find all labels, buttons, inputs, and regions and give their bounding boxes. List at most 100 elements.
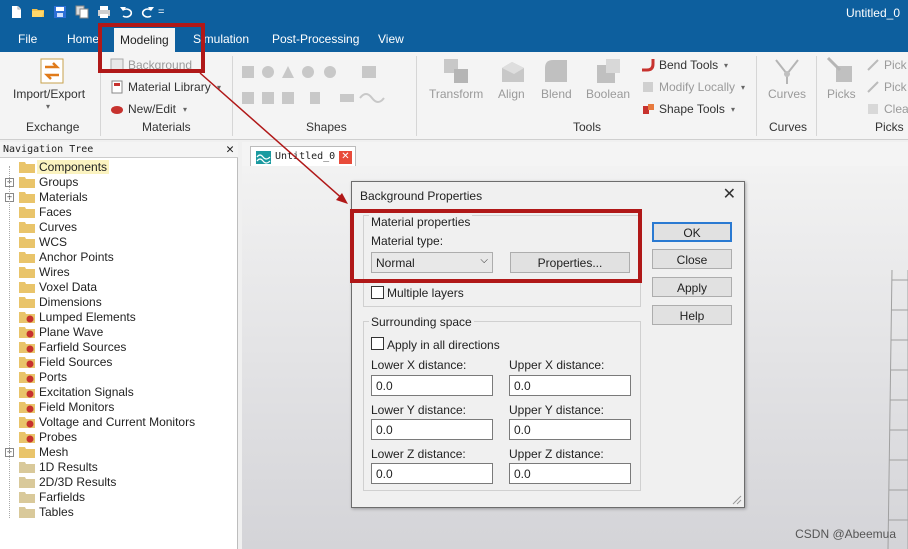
folder-icon [19, 387, 35, 398]
customize-icon[interactable]: = [158, 6, 164, 18]
close-icon[interactable]: ✕ [226, 142, 234, 157]
tree-item-label: Faces [39, 205, 72, 219]
transform-icon [444, 59, 468, 83]
new-file-icon[interactable] [9, 5, 23, 19]
results-folder-icon [19, 462, 35, 473]
shape-tools-icon [643, 104, 654, 114]
tree-item-label: 2D/3D Results [39, 475, 117, 489]
lower-y-input[interactable]: 0.0 [371, 419, 493, 440]
document-tab[interactable]: Untitled_0 ✕ [250, 146, 356, 168]
ribbon-separator [756, 56, 757, 136]
apply-button[interactable]: Apply [652, 277, 732, 297]
surrounding-space-title: Surrounding space [369, 315, 474, 329]
apply-all-directions-checkbox[interactable] [371, 337, 384, 350]
bend-tools-icon [642, 59, 655, 72]
material-library-dropdown[interactable]: ▾ [217, 83, 221, 92]
tree-item-label: Farfields [39, 490, 86, 504]
import-export-dropdown[interactable]: ▾ [46, 102, 50, 111]
tree-item-label: Excitation Signals [39, 385, 134, 399]
ribbon-separator [816, 56, 817, 136]
tree-item-label: Field Sources [39, 355, 113, 369]
results-folder-icon [19, 507, 35, 518]
multiple-layers-checkbox[interactable] [371, 286, 384, 299]
upper-x-input[interactable]: 0.0 [509, 375, 631, 396]
apply-all-directions-label: Apply in all directions [387, 338, 500, 352]
materials-group-label: Materials [142, 120, 191, 134]
lower-x-input[interactable]: 0.0 [371, 375, 493, 396]
tree-item-label: Field Monitors [39, 400, 115, 414]
blend-button[interactable]: Blend [541, 87, 572, 101]
folder-icon [19, 432, 35, 443]
ribbon-separator [416, 56, 417, 136]
import-export-button[interactable]: Import/Export [13, 87, 85, 101]
upper-y-input[interactable]: 0.0 [509, 419, 631, 440]
pick-button[interactable]: Pick [884, 58, 907, 72]
redo-icon[interactable] [141, 5, 155, 19]
tree-item-label: Anchor Points [39, 250, 114, 264]
close-icon[interactable]: ✕ [723, 184, 736, 204]
copy-icon[interactable] [75, 5, 89, 19]
new-edit-icon [111, 106, 123, 114]
tab-view[interactable]: View [378, 32, 404, 46]
shapes-icons [242, 66, 385, 104]
import-export-icon[interactable] [37, 56, 67, 86]
material-library-button[interactable]: Material Library [128, 80, 211, 94]
folder-icon [19, 417, 35, 428]
modify-locally-dropdown[interactable]: ▾ [741, 83, 745, 92]
picks-button[interactable]: Picks [827, 87, 856, 101]
folder-icon [19, 312, 35, 323]
modify-locally-button[interactable]: Modify Locally [659, 80, 735, 94]
tab-post-processing[interactable]: Post-Processing [272, 32, 359, 46]
upper-x-label: Upper X distance: [509, 358, 605, 372]
save-icon[interactable] [53, 5, 67, 19]
print-icon[interactable] [97, 5, 111, 19]
transform-button[interactable]: Transform [429, 87, 483, 101]
material-library-icon [111, 80, 123, 94]
upper-z-input[interactable]: 0.0 [509, 463, 631, 484]
new-edit-dropdown[interactable]: ▾ [183, 105, 187, 114]
curves-button[interactable]: Curves [768, 87, 806, 101]
navigation-tree: Navigation Tree ✕ Components + Groups + Mate… [0, 142, 238, 549]
tree-item-label: Mesh [39, 445, 69, 459]
tab-home[interactable]: Home [67, 32, 99, 46]
dialog-title: Background Properties [360, 189, 483, 203]
boolean-icon [597, 59, 620, 83]
bend-tools-dropdown[interactable]: ▾ [724, 61, 728, 70]
tree-item-label: Tables [39, 505, 74, 519]
material-properties-highlight [350, 209, 642, 283]
bend-tools-button[interactable]: Bend Tools [659, 58, 718, 72]
folder-icon [19, 162, 35, 173]
tree-item-label: Plane Wave [39, 325, 104, 339]
ok-button[interactable]: OK [652, 222, 732, 242]
document-tab-bar: Untitled_0 ✕ [242, 142, 908, 168]
clear-picks-button[interactable]: Clea [884, 102, 908, 116]
pick-button[interactable]: Pick [884, 80, 907, 94]
upper-z-label: Upper Z distance: [509, 447, 604, 461]
tree-item-label: Farfield Sources [39, 340, 127, 354]
folder-icon [19, 267, 35, 278]
ribbon-separator [232, 56, 233, 136]
undo-icon[interactable] [119, 5, 133, 19]
close-button[interactable]: Close [652, 249, 732, 269]
shapes-group-label: Shapes [306, 120, 347, 134]
folder-icon [19, 297, 35, 308]
resize-grip-icon[interactable] [732, 495, 742, 505]
shape-tools-dropdown[interactable]: ▾ [731, 105, 735, 114]
help-button[interactable]: Help [652, 305, 732, 325]
new-edit-button[interactable]: New/Edit [128, 102, 176, 116]
navigation-tree-title: Navigation Tree [3, 144, 94, 155]
watermark: CSDN @Abeemua [795, 527, 896, 541]
lower-z-label: Lower Z distance: [371, 447, 466, 461]
align-button[interactable]: Align [498, 87, 525, 101]
tree-item-label: Voxel Data [39, 280, 98, 294]
tab-file[interactable]: File [18, 32, 37, 46]
shape-tools-button[interactable]: Shape Tools [659, 102, 725, 116]
close-icon[interactable]: ✕ [339, 151, 352, 164]
folder-icon [19, 372, 35, 383]
picks-group-label: Picks [875, 120, 904, 134]
blend-icon [545, 60, 567, 82]
lower-z-input[interactable]: 0.0 [371, 463, 493, 484]
pick-icon [867, 59, 879, 71]
boolean-button[interactable]: Boolean [586, 87, 630, 101]
open-folder-icon[interactable] [31, 5, 45, 19]
